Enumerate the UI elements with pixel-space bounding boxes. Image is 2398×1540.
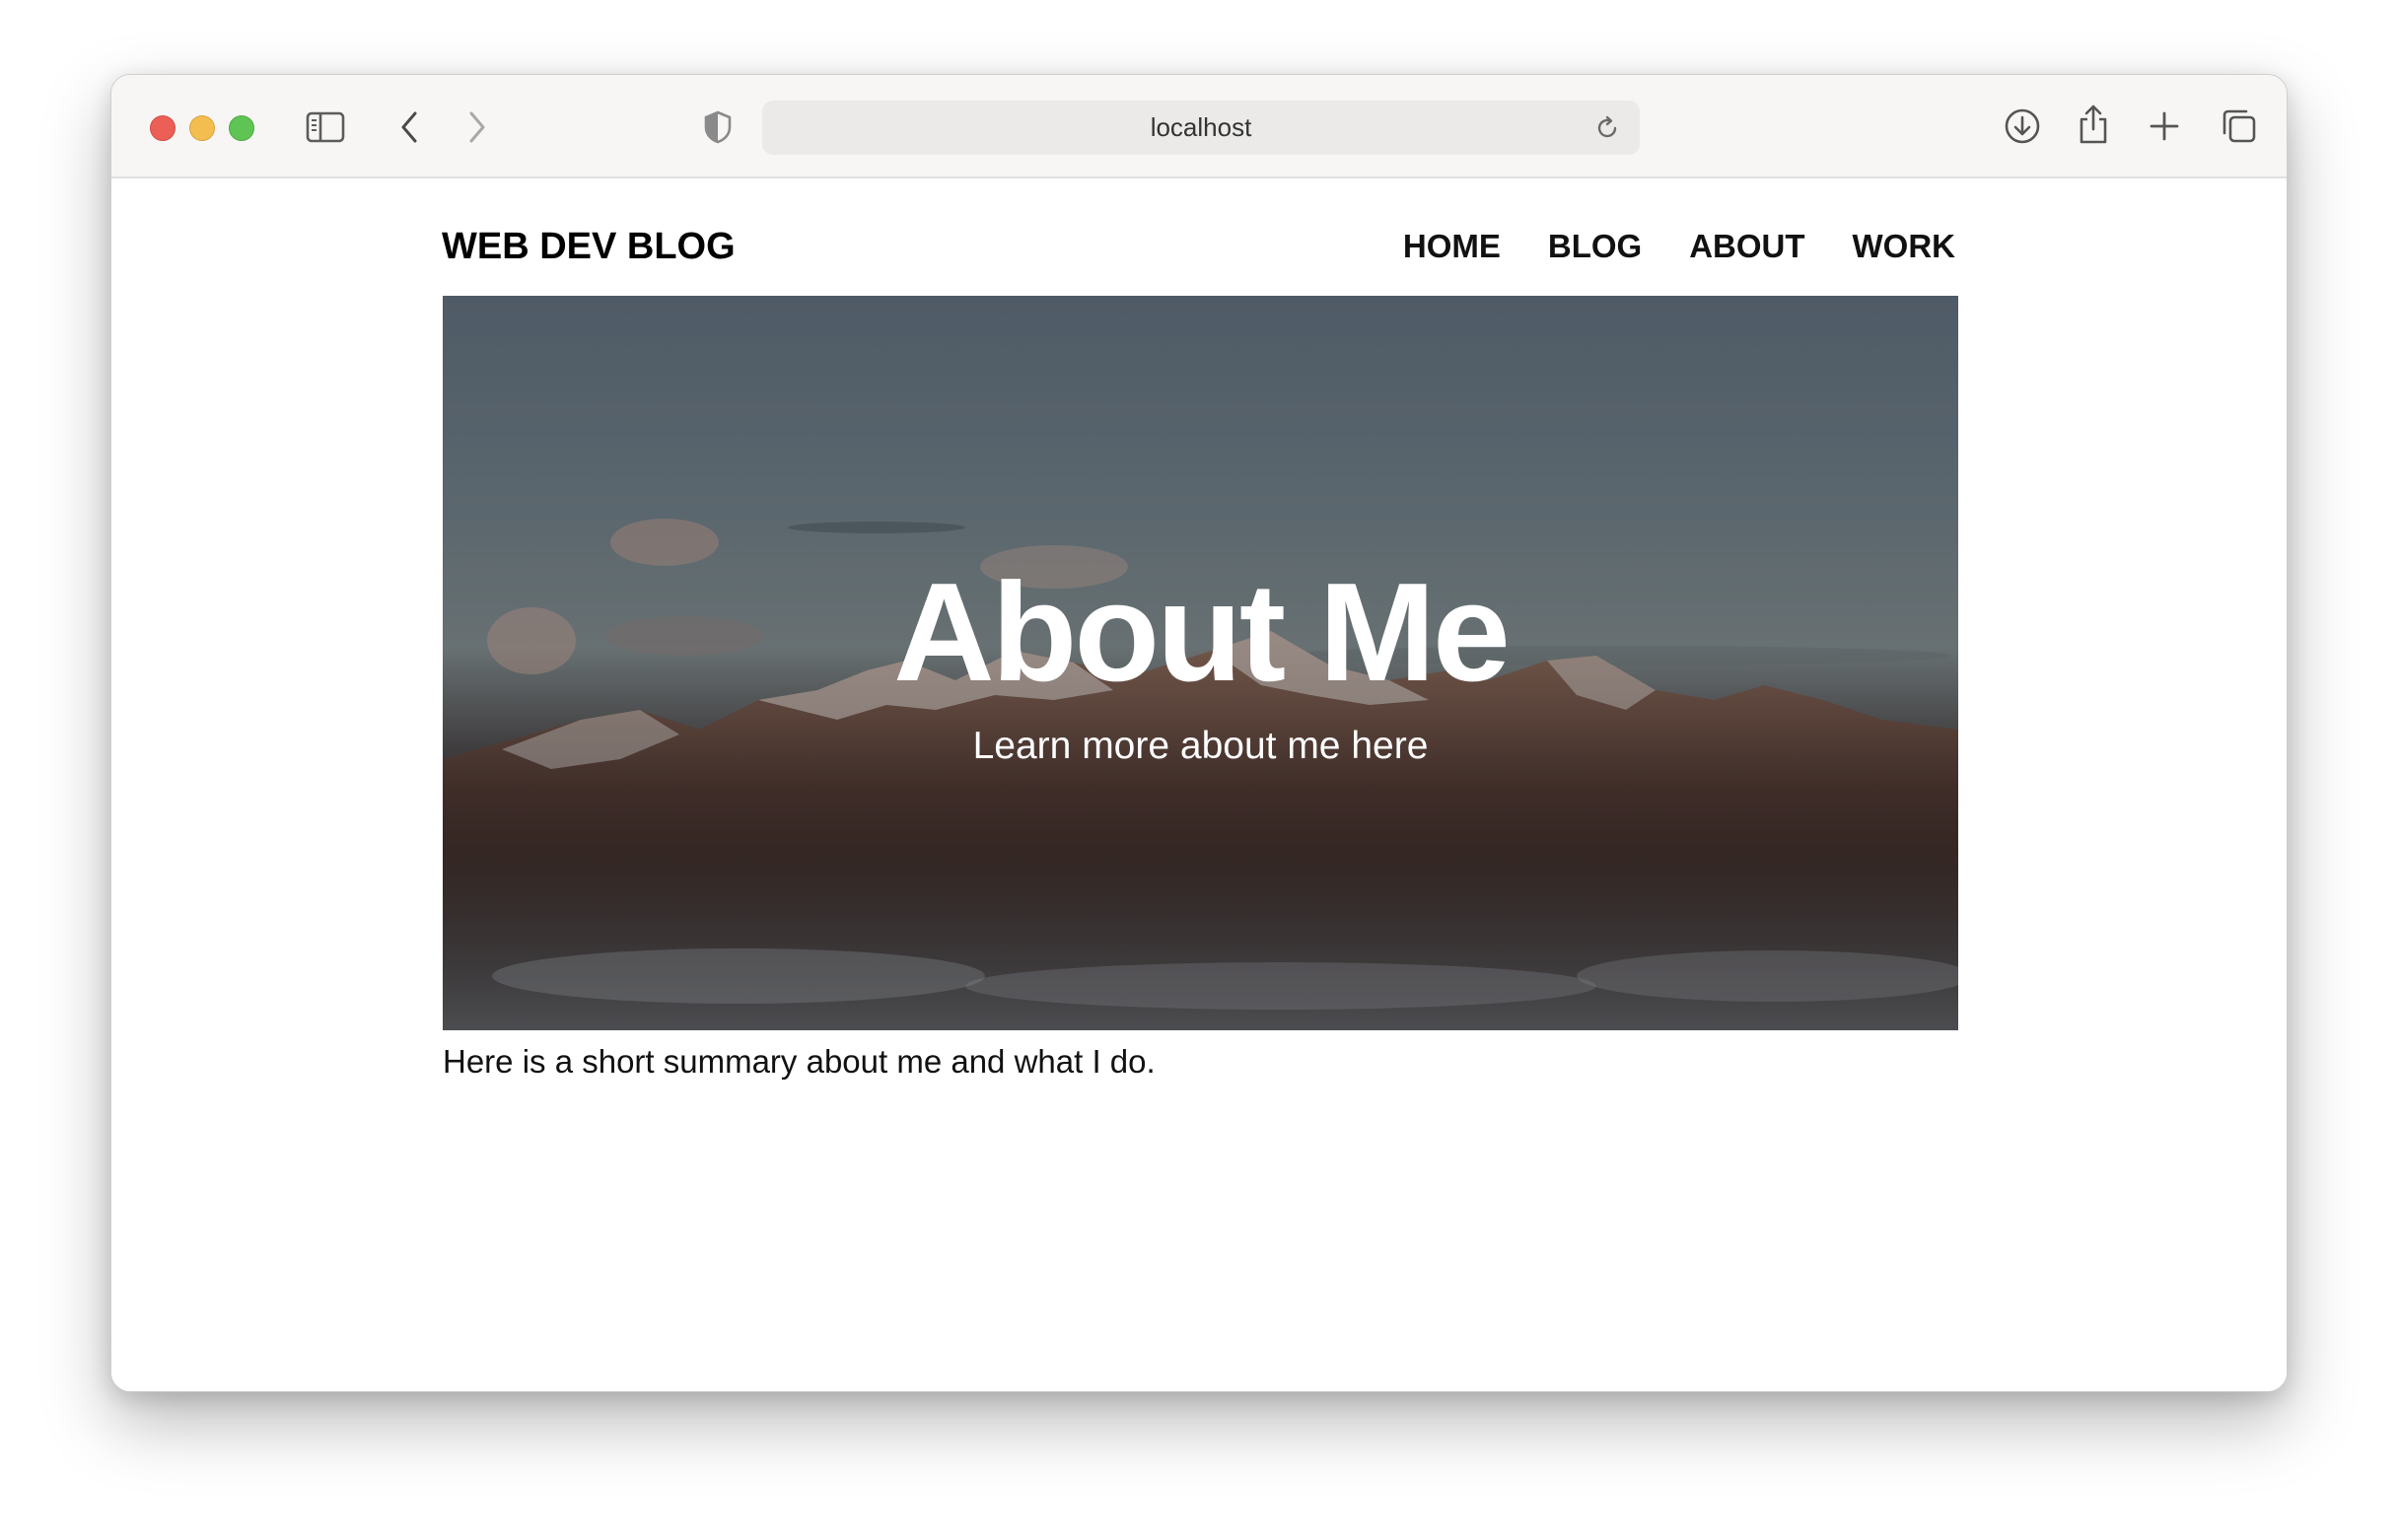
close-window-button[interactable] — [150, 115, 176, 141]
nav-link-home[interactable]: HOME — [1403, 228, 1501, 265]
chevron-left-icon[interactable] — [393, 108, 425, 146]
url-text: localhost — [1150, 112, 1252, 142]
tabs-overview-icon[interactable] — [2220, 106, 2259, 146]
zoom-window-button[interactable] — [229, 115, 254, 141]
hero-banner: About Me Learn more about me here — [443, 296, 1958, 1030]
main-nav: HOME BLOG ABOUT WORK — [1403, 228, 1955, 265]
share-icon[interactable] — [2076, 103, 2111, 146]
minimize-window-button[interactable] — [189, 115, 215, 141]
site-title[interactable]: WEB DEV BLOG — [442, 226, 736, 268]
address-bar[interactable]: localhost — [762, 101, 1640, 155]
plus-icon[interactable] — [2147, 108, 2182, 144]
hero-subtitle: Learn more about me here — [972, 725, 1429, 767]
browser-toolbar: localhost — [111, 75, 2287, 178]
reload-icon[interactable] — [1592, 113, 1622, 143]
page-content: WEB DEV BLOG HOME BLOG ABOUT WORK About … — [111, 178, 2287, 1391]
browser-window: localhost WEB DEV BLOG HOME BLOG ABOUT W… — [110, 74, 2288, 1392]
nav-link-blog[interactable]: BLOG — [1548, 228, 1642, 265]
nav-link-about[interactable]: ABOUT — [1689, 228, 1804, 265]
shield-icon[interactable] — [701, 108, 735, 146]
chevron-right-icon[interactable] — [461, 108, 493, 146]
nav-link-work[interactable]: WORK — [1853, 228, 1955, 265]
hero-title: About Me — [893, 554, 1511, 711]
download-icon[interactable] — [2003, 106, 2042, 146]
sidebar-icon[interactable] — [305, 110, 346, 144]
summary-text: Here is a short summary about me and wha… — [443, 1043, 1156, 1080]
